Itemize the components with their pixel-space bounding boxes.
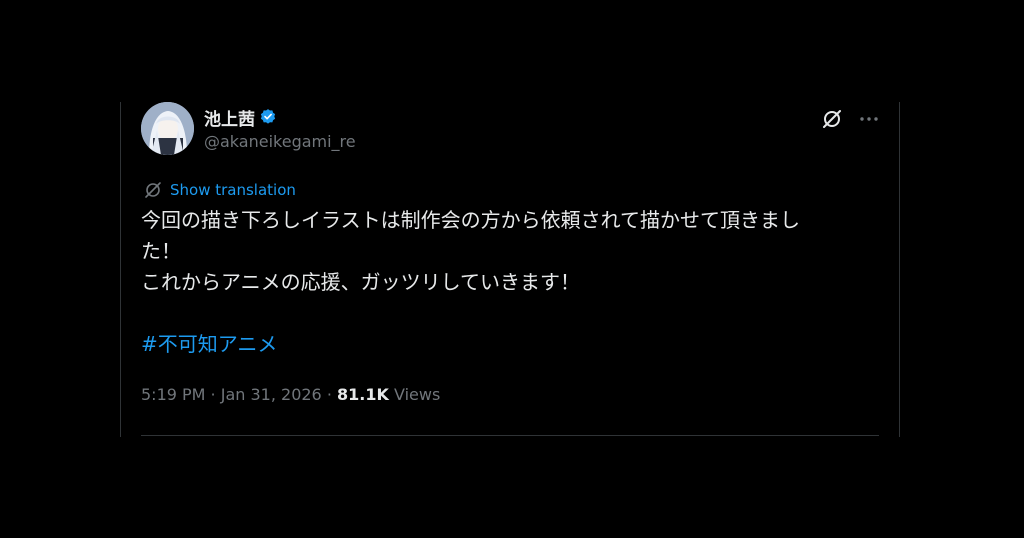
tweet: 池上茜 @akaneikegami_re Show translation 今回… [141, 102, 879, 436]
avatar[interactable] [141, 102, 194, 155]
more-horizontal-icon[interactable] [859, 109, 879, 129]
tweet-text-line: た！ [141, 239, 181, 263]
tweet-actions [821, 108, 879, 130]
user-info: 池上茜 @akaneikegami_re [204, 106, 356, 151]
grok-slash-icon[interactable] [821, 108, 843, 130]
tweet-meta: 5:19 PM · Jan 31, 2026 · 81.1K Views [141, 385, 440, 404]
views-count: 81.1K [337, 385, 389, 404]
grok-translate-icon [144, 181, 162, 199]
meta-separator: · [205, 385, 221, 404]
tweet-text: 今回の描き下ろしイラストは制作会の方から依頼されて描かせて頂きまし た！ これか… [141, 205, 879, 360]
tweet-date[interactable]: Jan 31, 2026 [221, 385, 322, 404]
tweet-bottom-divider [141, 435, 879, 436]
page: 池上茜 @akaneikegami_re Show translation 今回… [0, 0, 1024, 538]
show-translation-link[interactable]: Show translation [144, 181, 296, 199]
verified-badge-icon[interactable] [259, 108, 277, 126]
tweet-time[interactable]: 5:19 PM [141, 385, 205, 404]
column-border-left [120, 102, 121, 437]
show-translation-label[interactable]: Show translation [170, 181, 296, 199]
name-row: 池上茜 [204, 105, 356, 130]
display-name[interactable]: 池上茜 [204, 105, 255, 130]
column-border-right [899, 102, 900, 437]
tweet-text-line: これからアニメの応援、ガッツリしていきます！ [141, 270, 580, 294]
meta-separator: · [321, 385, 337, 404]
tweet-header: 池上茜 @akaneikegami_re [141, 102, 879, 158]
tweet-text-line: 今回の描き下ろしイラストは制作会の方から依頼されて描かせて頂きまし [141, 208, 800, 232]
hashtag-link[interactable]: #不可知アニメ [141, 329, 879, 360]
views-label: Views [393, 385, 441, 404]
user-handle[interactable]: @akaneikegami_re [204, 132, 356, 151]
